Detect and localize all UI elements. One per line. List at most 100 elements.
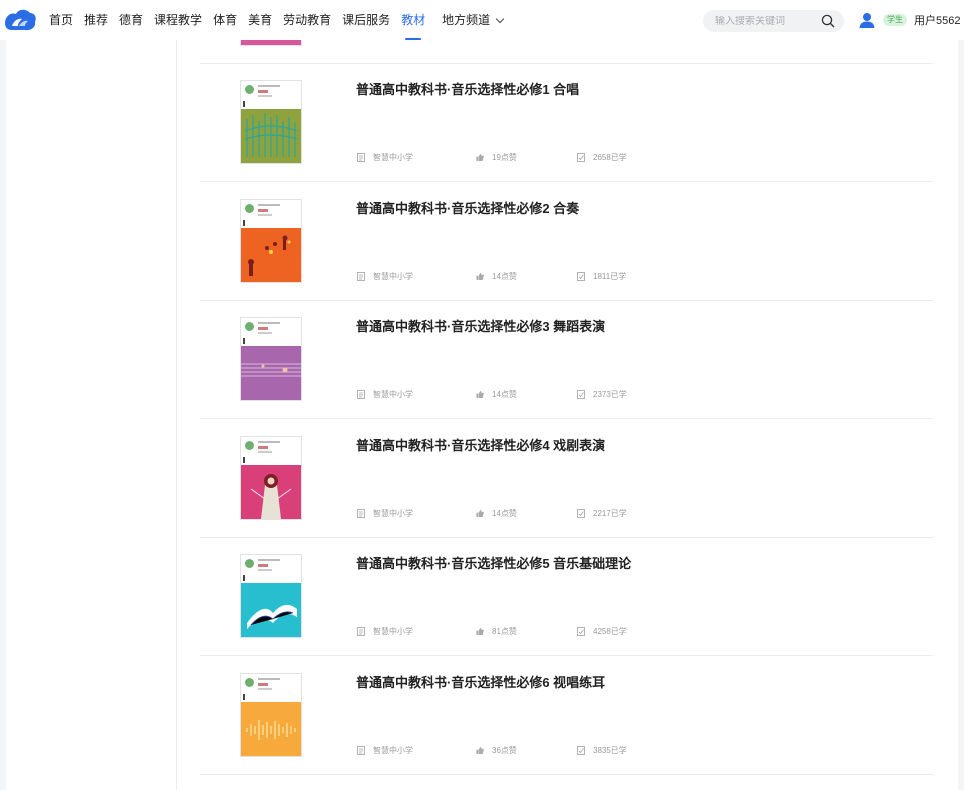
learned-count: 2373已学 — [593, 390, 627, 399]
learned-count: 1811已学 — [593, 271, 627, 281]
document-icon — [357, 745, 365, 755]
likes-count: 14点赞 — [492, 508, 517, 518]
site-logo-icon[interactable] — [3, 7, 37, 33]
nav-item-labor[interactable]: 劳动教育 — [283, 0, 331, 40]
book-likes[interactable]: 19点赞 — [476, 152, 517, 163]
nav-item-course[interactable]: 课程教学 — [154, 0, 202, 40]
nav-item-recommend[interactable]: 推荐 — [84, 0, 108, 40]
publisher-label: 智慧中小学 — [373, 271, 413, 281]
publisher-label: 智慧中小学 — [373, 745, 413, 755]
book-likes[interactable]: 81点赞 — [476, 626, 517, 637]
likes-count: 19点赞 — [492, 153, 517, 162]
list-item[interactable]: 普通高中教科书·音乐选择性必修4 戏剧表演 智慧中小学 14点赞 2217已学 — [200, 420, 933, 538]
list-item[interactable]: 普通高中教科书·音乐选择性必修5 音乐基础理论 智慧中小学 81点赞 4258已… — [200, 538, 933, 656]
book-publisher: 智慧中小学 — [357, 271, 413, 282]
book-cover[interactable] — [240, 435, 302, 520]
document-icon — [357, 627, 365, 636]
book-publisher: 智慧中小学 — [357, 389, 413, 400]
cover-header — [241, 318, 301, 346]
book-publisher: 智慧中小学 — [357, 508, 413, 519]
book-cover[interactable] — [240, 317, 302, 401]
user-avatar-icon[interactable] — [858, 11, 876, 29]
document-icon — [357, 390, 365, 399]
role-badge: 学生 — [883, 14, 907, 26]
book-title[interactable]: 普通高中教科书·音乐选择性必修2 合奏 — [356, 198, 579, 217]
list-item[interactable]: 普通高中教科书·音乐选择性必修2 合奏 智慧中小学 14点赞 1811已学 — [200, 183, 933, 301]
cover-seal-icon — [245, 559, 254, 568]
thumbs-up-icon — [476, 509, 484, 517]
likes-count: 14点赞 — [492, 390, 517, 399]
user-menu[interactable]: 学生 用户5562 — [858, 10, 960, 30]
nav-item-local-channel[interactable]: 地方频道 — [442, 0, 505, 40]
book-likes[interactable]: 14点赞 — [476, 271, 517, 282]
book-title[interactable]: 普通高中教科书·音乐选择性必修1 合唱 — [356, 79, 579, 98]
cover-artwork — [241, 701, 301, 756]
book-learned: 4258已学 — [577, 626, 627, 637]
nav-item-textbooks[interactable]: 教材 — [401, 0, 425, 40]
thumbs-up-icon — [476, 627, 484, 636]
publisher-label: 智慧中小学 — [373, 153, 413, 162]
cover-header — [241, 673, 301, 702]
document-icon — [357, 153, 365, 162]
list-item[interactable]: 普通高中教科书·音乐选择性必修6 视唱练耳 智慧中小学 36点赞 3835已学 — [200, 657, 933, 775]
local-channel-label: 地方频道 — [442, 13, 491, 27]
document-icon — [357, 508, 365, 518]
chevron-down-icon — [495, 14, 505, 23]
book-cover[interactable] — [240, 554, 302, 638]
search-icon[interactable] — [821, 14, 835, 28]
book-learned: 3835已学 — [577, 745, 627, 756]
top-navigation: 首页 推荐 德育 课程教学 体育 美育 劳动教育 课后服务 教材 地方频道 学生… — [0, 0, 964, 40]
list-item[interactable]: 普通高中教科书·音乐选择性必修3 舞蹈表演 智慧中小学 14点赞 2373已学 — [200, 301, 933, 419]
book-cover[interactable] — [240, 80, 302, 164]
cover-artwork — [241, 583, 301, 637]
book-likes[interactable]: 36点赞 — [476, 745, 517, 756]
cover-header — [241, 436, 301, 465]
study-record-icon — [577, 271, 585, 281]
thumbs-up-icon — [476, 390, 484, 399]
book-title[interactable]: 普通高中教科书·音乐选择性必修5 音乐基础理论 — [356, 553, 631, 572]
book-title[interactable]: 普通高中教科书·音乐选择性必修4 戏剧表演 — [356, 435, 605, 454]
username[interactable]: 用户5562 — [914, 12, 960, 28]
study-record-icon — [577, 627, 585, 636]
book-title[interactable]: 普通高中教科书·音乐选择性必修6 视唱练耳 — [356, 672, 605, 691]
book-learned: 2658已学 — [577, 152, 627, 163]
nav-item-moral[interactable]: 德育 — [119, 0, 143, 40]
cover-header — [241, 199, 301, 228]
document-icon — [357, 271, 365, 281]
search-input[interactable] — [715, 15, 821, 27]
book-title[interactable]: 普通高中教科书·音乐选择性必修3 舞蹈表演 — [356, 316, 605, 335]
nav-item-home[interactable]: 首页 — [49, 0, 73, 40]
search-box — [703, 10, 844, 32]
cover-artwork — [241, 109, 301, 163]
nav-item-sports[interactable]: 体育 — [213, 0, 237, 40]
cover-artwork — [241, 346, 301, 400]
thumbs-up-icon — [476, 746, 484, 754]
book-cover[interactable] — [240, 672, 302, 757]
study-record-icon — [577, 390, 585, 399]
nav-item-arts[interactable]: 美育 — [248, 0, 272, 40]
cover-artwork — [241, 227, 301, 282]
book-publisher: 智慧中小学 — [357, 626, 413, 637]
likes-count: 14点赞 — [492, 271, 517, 281]
learned-count: 2658已学 — [593, 153, 627, 162]
book-likes[interactable]: 14点赞 — [476, 389, 517, 400]
cover-seal-icon — [245, 677, 254, 687]
likes-count: 81点赞 — [492, 627, 517, 636]
sidebar-divider — [176, 40, 177, 790]
book-cover[interactable] — [240, 198, 302, 283]
book-learned: 1811已学 — [577, 271, 626, 282]
cover-header — [241, 81, 301, 109]
book-likes[interactable]: 14点赞 — [476, 508, 517, 519]
thumbs-up-icon — [476, 272, 484, 280]
cover-seal-icon — [245, 322, 254, 331]
learned-count: 2217已学 — [593, 508, 627, 518]
publisher-label: 智慧中小学 — [373, 508, 413, 518]
publisher-label: 智慧中小学 — [373, 627, 413, 636]
book-learned: 2217已学 — [577, 508, 627, 519]
nav-item-after-school[interactable]: 课后服务 — [342, 0, 390, 40]
likes-count: 36点赞 — [492, 745, 517, 755]
cover-seal-icon — [245, 203, 254, 213]
main-nav: 首页 推荐 德育 课程教学 体育 美育 劳动教育 课后服务 教材 地方频道 — [49, 0, 514, 40]
list-item[interactable]: 普通高中教科书·音乐选择性必修1 合唱 智慧中小学 19点赞 2658已学 — [200, 64, 933, 182]
cover-header — [241, 555, 301, 583]
